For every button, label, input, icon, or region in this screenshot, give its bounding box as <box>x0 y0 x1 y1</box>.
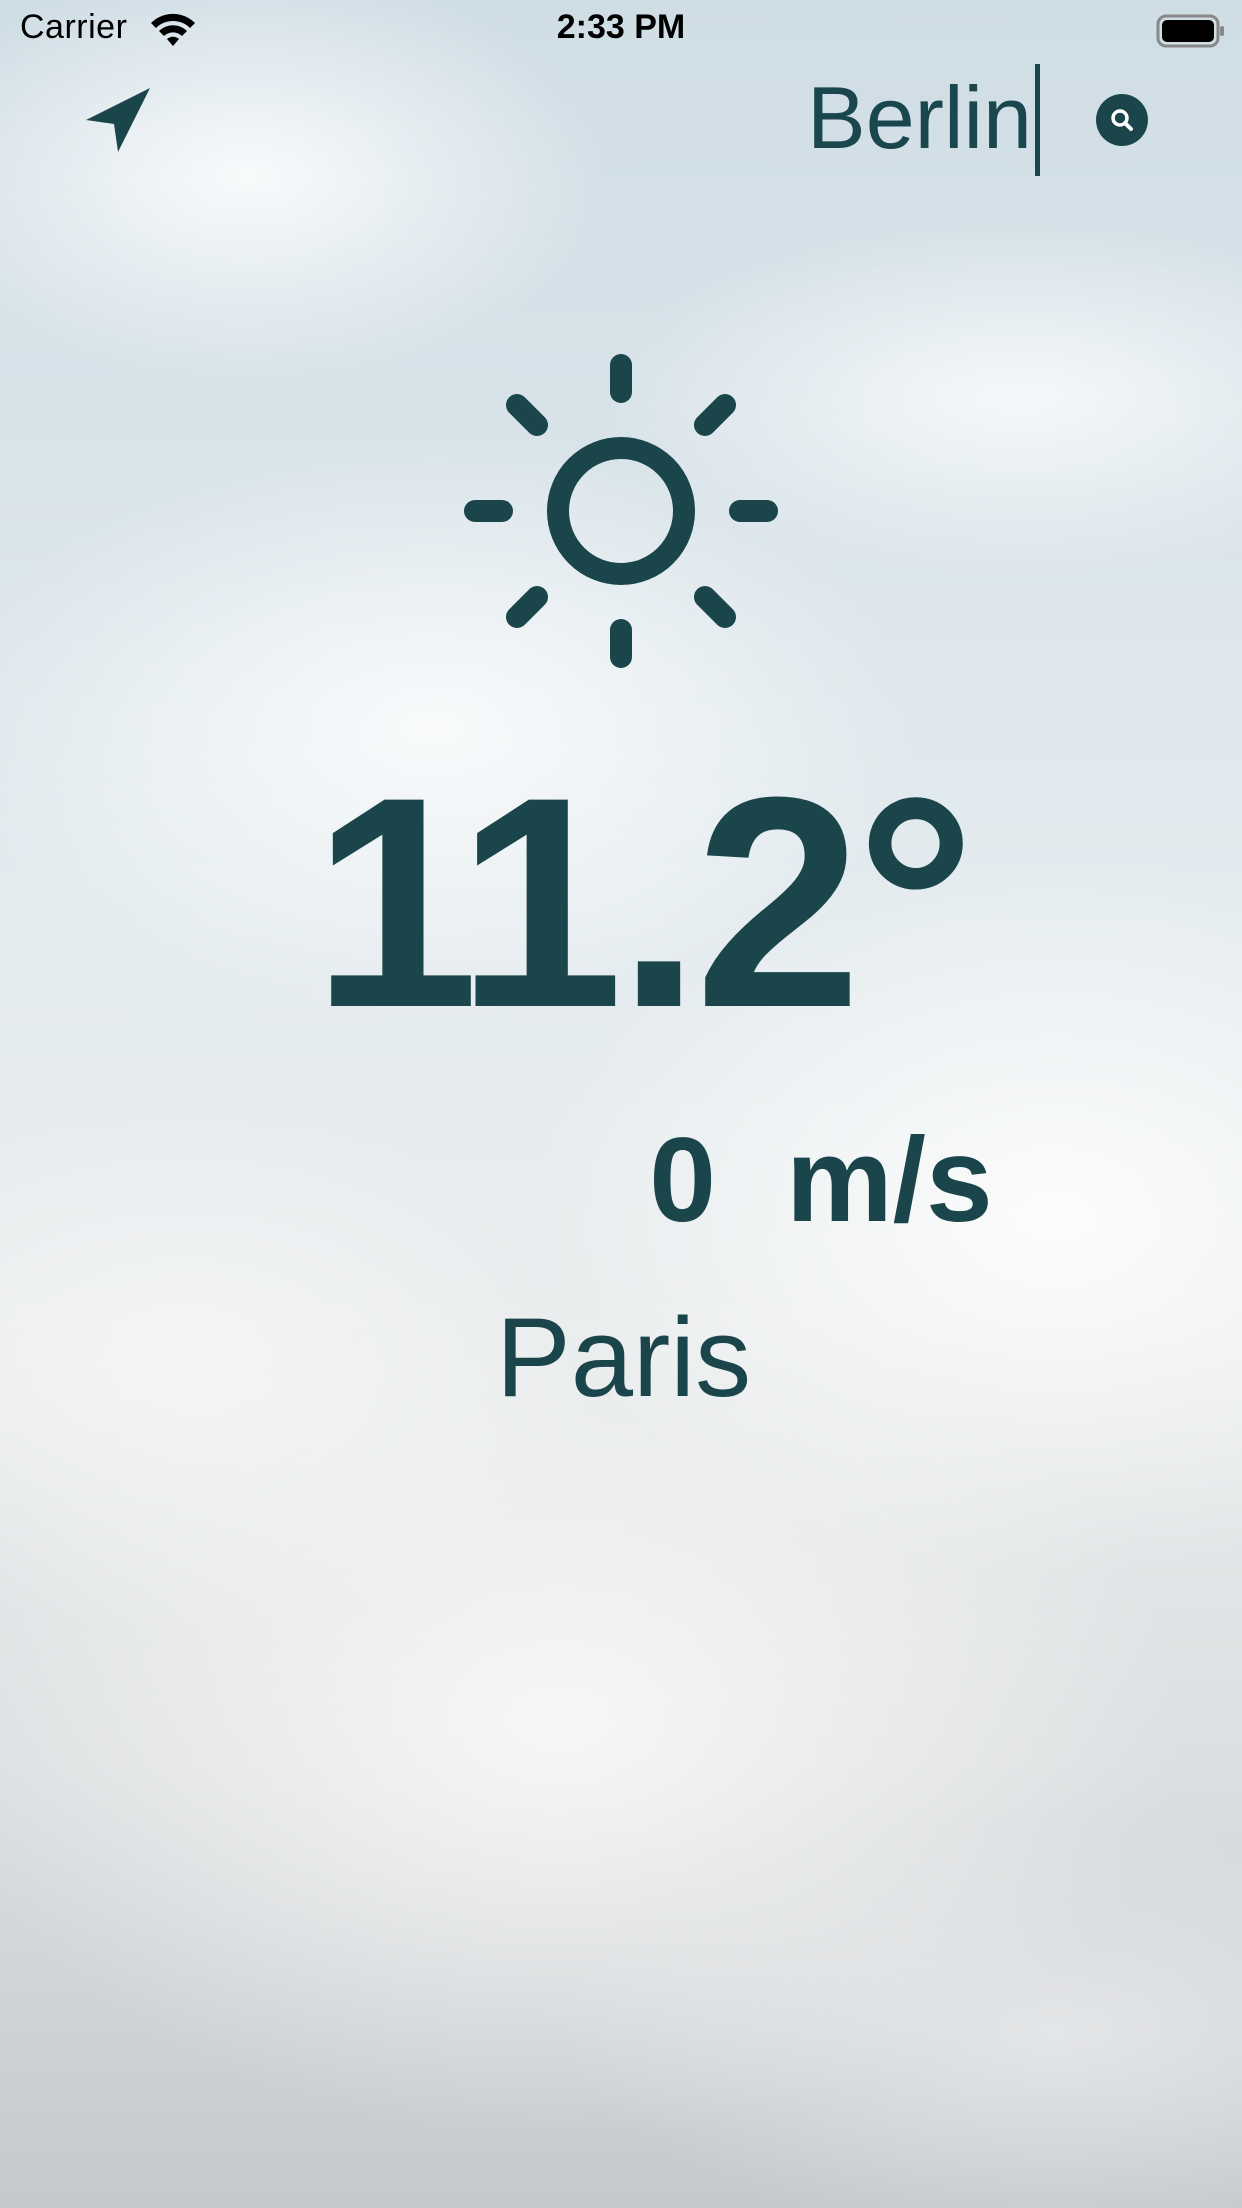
text-cursor <box>1035 64 1040 176</box>
wind-unit: m/s <box>785 1113 993 1247</box>
city-name: Paris <box>496 1295 752 1420</box>
search-input-value[interactable]: Berlin <box>807 74 1032 162</box>
temperature-value: 11.2 <box>312 734 861 1070</box>
battery-icon <box>1156 14 1224 48</box>
location-arrow-icon[interactable] <box>84 86 152 154</box>
city-search-input[interactable]: Berlin <box>720 64 1040 176</box>
degree-symbol: ° <box>855 734 976 1070</box>
status-time: 2:33 PM <box>556 8 686 46</box>
wind-display: 0 m/s <box>0 1120 1242 1240</box>
sun-icon <box>464 354 778 668</box>
status-bar: Carrier 2:33 PM <box>0 0 1242 62</box>
search-icon[interactable] <box>1096 94 1148 146</box>
wind-speed-value: 0 <box>649 1113 716 1247</box>
temperature-display: 11.2° <box>0 752 1242 1052</box>
